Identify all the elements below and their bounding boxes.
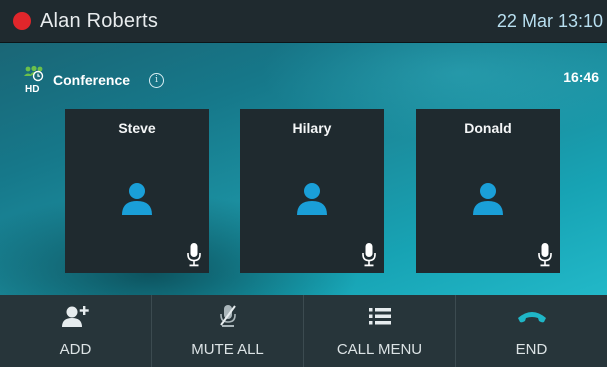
mute-all-button[interactable]: MUTE ALL	[151, 295, 303, 367]
participant-tile[interactable]: Steve	[65, 109, 209, 273]
user-avatar-icon	[473, 183, 503, 215]
user-name: Alan Roberts	[40, 9, 159, 32]
status-bar: Alan Roberts 22 Mar 13:10	[0, 0, 607, 43]
add-participant-icon	[61, 306, 89, 327]
date-time: 22 Mar 13:10	[496, 11, 603, 31]
conference-call-area: HD Conference i 16:46 Steve Hilary Donal…	[0, 43, 607, 295]
conference-header: HD Conference i	[24, 65, 165, 95]
phone-screen: Alan Roberts 22 Mar 13:10 HD Conference …	[0, 0, 607, 367]
conference-title: Conference	[53, 72, 131, 88]
participant-name: Donald	[464, 120, 512, 136]
microphone-icon	[362, 243, 376, 267]
call-menu-label: CALL MENU	[336, 341, 423, 358]
softkey-bar: ADD MUTE ALL CALL MENU END	[0, 295, 607, 367]
conference-icon: HD	[24, 65, 46, 95]
participant-name: Steve	[118, 120, 156, 136]
end-label: END	[515, 341, 548, 358]
microphone-icon	[187, 243, 201, 267]
add-button[interactable]: ADD	[0, 295, 151, 367]
user-avatar-icon	[297, 183, 327, 215]
call-menu-button[interactable]: CALL MENU	[303, 295, 455, 367]
mute-all-icon	[219, 305, 236, 327]
hd-badge: HD	[25, 84, 39, 95]
participant-tile[interactable]: Donald	[416, 109, 560, 273]
end-call-button[interactable]: END	[455, 295, 607, 367]
add-label: ADD	[59, 341, 92, 358]
user-avatar-icon	[122, 183, 152, 215]
microphone-icon	[538, 243, 552, 267]
mute-all-label: MUTE ALL	[191, 341, 264, 358]
participant-name: Hilary	[292, 120, 332, 136]
call-menu-icon	[368, 308, 391, 325]
presence-status-dot	[13, 12, 31, 30]
participant-tile[interactable]: Hilary	[240, 109, 384, 273]
end-call-icon	[517, 312, 546, 323]
call-duration: 16:46	[563, 69, 599, 85]
info-icon[interactable]: i	[149, 72, 165, 88]
